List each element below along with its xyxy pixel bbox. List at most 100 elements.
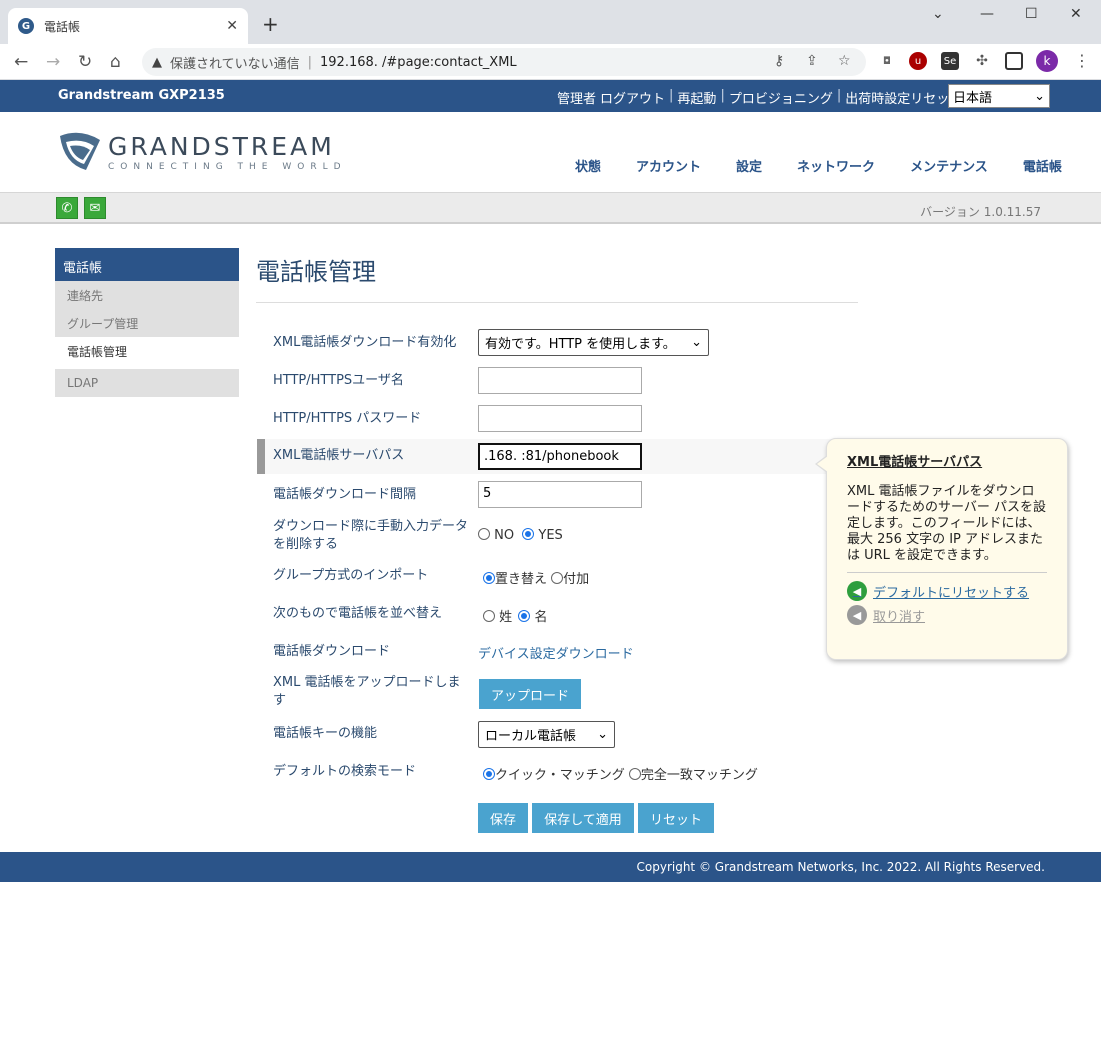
sidebar: 電話帳 連絡先 グループ管理 電話帳管理 LDAP — [55, 248, 239, 397]
remove-manual-no-label: NO — [494, 528, 515, 543]
help-tooltip: XML電話帳サーバパス XML 電話帳ファイルをダウンロードするためのサーバー … — [815, 438, 1068, 660]
sidebar-item-ldap[interactable]: LDAP — [55, 369, 239, 397]
logo-tagline: CONNECTING THE WORLD — [108, 162, 347, 172]
nav-maintenance[interactable]: メンテナンス — [910, 156, 988, 175]
remove-manual-yes-label: YES — [538, 528, 563, 543]
camera-icon[interactable]: ◘ — [878, 52, 896, 70]
puzzle-icon[interactable]: ✣ — [973, 52, 991, 70]
warning-icon[interactable]: ▲ — [152, 55, 162, 70]
sort-first-label: 名 — [534, 610, 548, 625]
grandstream-logo-icon — [60, 132, 100, 170]
forward-icon[interactable]: → — [46, 52, 60, 72]
window-close-icon[interactable]: ✕ — [1070, 6, 1082, 22]
tab-title: 電話帳 — [44, 19, 81, 34]
chevron-down-icon: ⌄ — [691, 335, 702, 350]
remove-manual-yes-radio[interactable] — [522, 528, 535, 540]
interval-input[interactable]: 5 — [478, 481, 642, 508]
group-import-replace-radio[interactable] — [483, 572, 495, 584]
message-icon[interactable]: ✉ — [84, 197, 106, 219]
logout-link[interactable]: ログアウト — [600, 88, 665, 107]
server-path-label: XML電話帳サーバパス — [273, 448, 405, 463]
logo-text: GRANDSTREAM — [108, 132, 335, 161]
search-mode-quick-label: クイック・マッチング — [495, 768, 625, 783]
reset-default-text: デフォルトにリセットする — [873, 585, 1030, 601]
header: GRANDSTREAM CONNECTING THE WORLD 状態 アカウン… — [0, 112, 1101, 192]
xml-enable-value: 有効です。HTTP を使用します。 — [485, 337, 676, 352]
http-user-input[interactable] — [478, 367, 642, 394]
reload-icon[interactable]: ↻ — [78, 52, 92, 72]
share-icon[interactable]: ⇪ — [806, 53, 818, 69]
undo-link[interactable]: ◀ 取り消す — [847, 605, 1047, 625]
xml-enable-select[interactable]: 有効です。HTTP を使用します。 ⌄ — [478, 329, 709, 356]
star-icon[interactable]: ☆ — [838, 53, 851, 69]
url-text: 192.168. /#page:contact_XML — [320, 54, 517, 70]
remove-manual-options: NO YES — [478, 528, 563, 543]
maximize-icon[interactable]: ☐ — [1025, 6, 1038, 22]
server-path-input[interactable]: .168. :81/phonebook — [478, 443, 642, 470]
chevron-down-icon[interactable]: ⌄ — [932, 6, 944, 22]
top-links: 管理者 ログアウト | 再起動 | プロビジョニング | 出荷時設定リセット — [557, 88, 962, 107]
sort-options: 姓 名 — [483, 606, 547, 625]
download-label: 電話帳ダウンロード — [273, 644, 391, 659]
close-icon[interactable]: ✕ — [226, 18, 238, 34]
remove-manual-no-radio[interactable] — [478, 528, 490, 540]
nav-account[interactable]: アカウント — [636, 156, 701, 175]
browser-tab[interactable]: G 電話帳 ✕ — [8, 8, 248, 44]
footer: Copyright © Grandstream Networks, Inc. 2… — [0, 852, 1101, 882]
xml-enable-label: XML電話帳ダウンロード有効化 — [273, 335, 457, 350]
reset-default-link[interactable]: ◀ デフォルトにリセットする — [847, 581, 1047, 601]
sidebar-item-groups[interactable]: グループ管理 — [55, 309, 239, 337]
provision-link[interactable]: プロビジョニング — [729, 88, 833, 107]
key-function-select[interactable]: ローカル電話帳 ⌄ — [478, 721, 615, 748]
group-import-append-radio[interactable] — [551, 572, 564, 584]
nav-status[interactable]: 状態 — [575, 156, 601, 175]
tooltip-body: XML 電話帳ファイルをダウンロードするためのサーバー パスを設定します。このフ… — [847, 484, 1047, 563]
http-user-label: HTTP/HTTPSユーザ名 — [273, 373, 404, 388]
menu-icon[interactable]: ⋮ — [1074, 51, 1090, 70]
language-select[interactable]: 日本語 ⌄ — [948, 84, 1050, 108]
key-icon[interactable]: ⚷ — [774, 53, 784, 69]
search-mode-quick-radio[interactable] — [483, 768, 495, 780]
undo-text: 取り消す — [873, 609, 926, 625]
home-icon[interactable]: ⌂ — [110, 52, 121, 72]
minimize-icon[interactable]: — — [980, 6, 994, 22]
chevron-down-icon: ⌄ — [1034, 88, 1045, 104]
selenium-icon[interactable]: Se — [941, 52, 959, 70]
sort-label: 次のもので電話帳を並べ替え — [273, 606, 443, 621]
address-bar[interactable]: ▲ 保護されていない通信 | 192.168. /#page:contact_X… — [142, 48, 866, 76]
new-tab-icon[interactable]: + — [262, 12, 279, 36]
top-bar: Grandstream GXP2135 管理者 ログアウト | 再起動 | プロ… — [0, 80, 1101, 112]
sort-last-radio[interactable] — [483, 610, 495, 622]
sidebar-item-contacts[interactable]: 連絡先 — [55, 281, 239, 309]
divider: | — [720, 88, 725, 103]
nav-network[interactable]: ネットワーク — [797, 156, 875, 175]
sidepanel-icon[interactable] — [1005, 52, 1023, 70]
save-button[interactable]: 保存 — [478, 803, 528, 833]
reboot-link[interactable]: 再起動 — [677, 88, 716, 107]
browser-toolbar: ← → ↻ ⌂ ▲ 保護されていない通信 | 192.168. /#page:c… — [0, 44, 1101, 80]
http-password-input[interactable] — [478, 405, 642, 432]
ublock-icon[interactable]: u — [909, 52, 927, 70]
group-import-label: グループ方式のインポート — [273, 568, 429, 583]
device-config-download-link[interactable]: デバイス設定ダウンロード — [478, 643, 634, 662]
sidebar-item-phonebook-management[interactable]: 電話帳管理 — [55, 337, 239, 365]
interval-label: 電話帳ダウンロード間隔 — [273, 487, 417, 502]
factory-reset-link[interactable]: 出荷時設定リセット — [845, 88, 962, 107]
save-apply-button[interactable]: 保存して適用 — [532, 803, 634, 833]
nav-settings[interactable]: 設定 — [736, 156, 762, 175]
nav-phonebook[interactable]: 電話帳 — [1023, 156, 1062, 175]
phone-icon[interactable]: ✆ — [56, 197, 78, 219]
sort-first-radio[interactable] — [518, 610, 531, 622]
grandstream-favicon-icon: G — [18, 18, 34, 34]
back-icon[interactable]: ← — [14, 52, 28, 72]
http-password-label: HTTP/HTTPS パスワード — [273, 411, 422, 426]
arrow-left-icon: ◀ — [847, 581, 867, 601]
reset-button[interactable]: リセット — [638, 803, 714, 833]
divider: | — [669, 88, 674, 103]
search-mode-exact-radio[interactable] — [628, 768, 641, 780]
undo-arrow-icon: ◀ — [847, 605, 867, 625]
profile-avatar[interactable]: k — [1036, 50, 1058, 72]
upload-button[interactable]: アップロード — [479, 679, 581, 709]
key-function-value: ローカル電話帳 — [485, 729, 577, 744]
copyright-text: Copyright © Grandstream Networks, Inc. 2… — [636, 860, 1046, 874]
